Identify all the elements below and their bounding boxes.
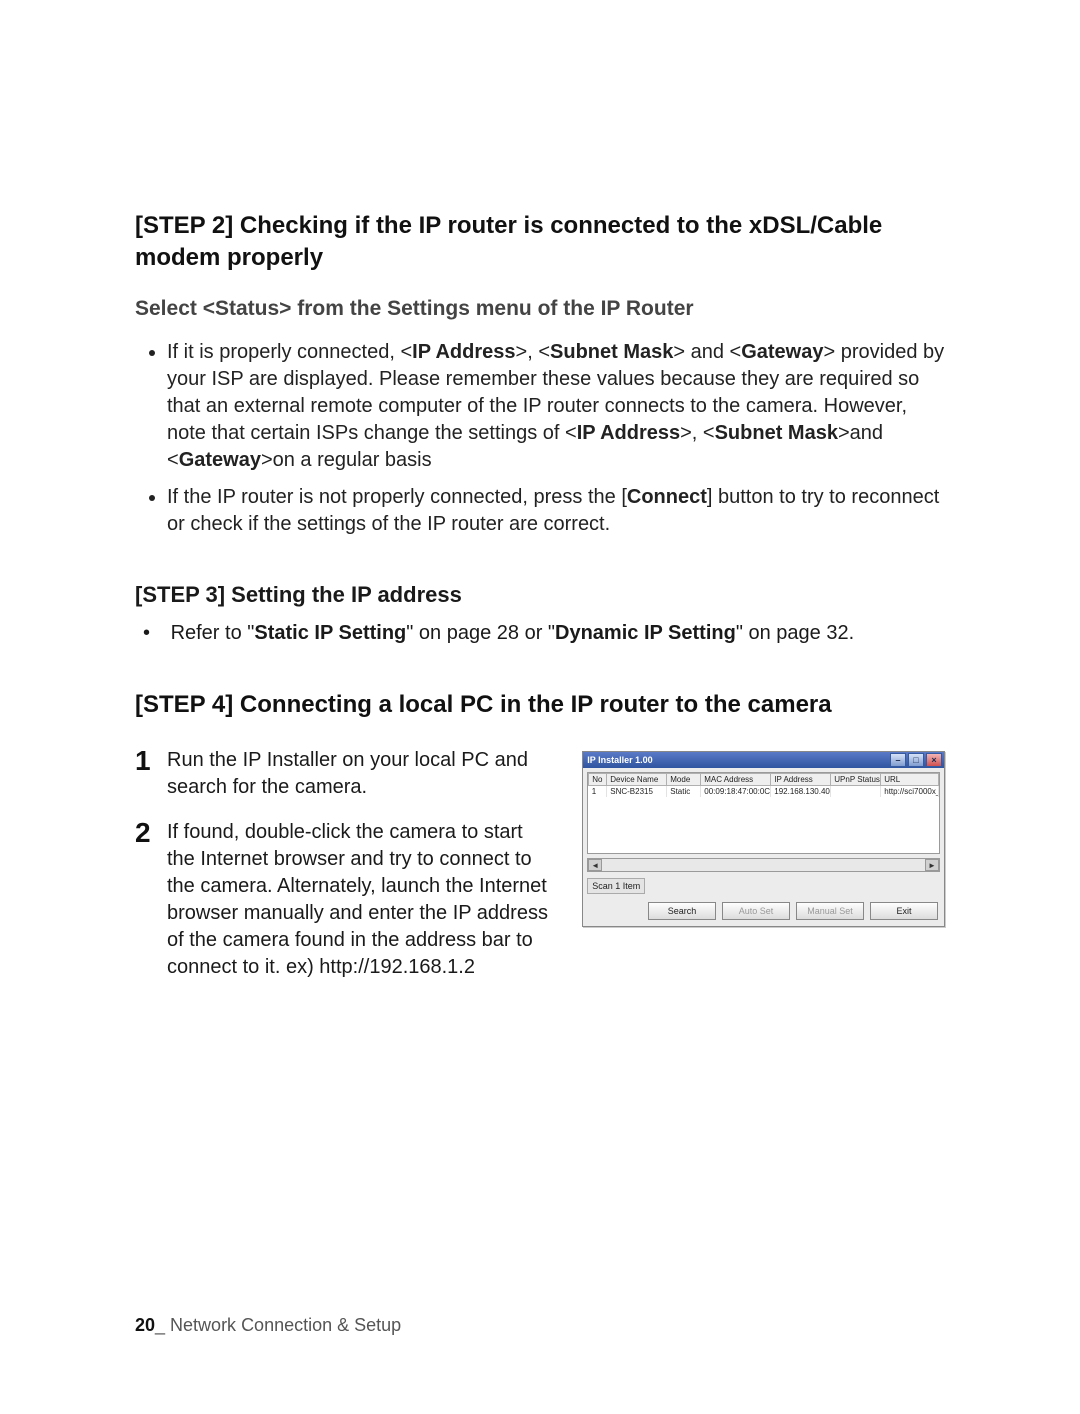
scroll-left-icon[interactable]: ◄ [588,859,602,871]
text: >on a regular basis [261,449,432,471]
cell-mac: 00:09:18:47:00:0C [701,786,771,798]
step2-bullet-2: If the IP router is not properly connect… [167,484,945,538]
link-static-ip-setting: Static IP Setting [254,622,406,644]
cell-upnp [831,786,881,798]
step-number: 1 [135,747,155,801]
col-url[interactable]: URL [881,774,939,786]
col-no[interactable]: No [589,774,607,786]
step4-item-2: 2 If found, double-click the camera to s… [135,819,554,981]
step2-instruction: Select <Status> from the Settings menu o… [135,297,945,321]
term-ip-address: IP Address [412,341,515,363]
step-text: If found, double-click the camera to sta… [167,819,554,981]
text: >, < [516,341,550,363]
autoset-button[interactable]: Auto Set [722,902,790,920]
col-mode[interactable]: Mode [667,774,701,786]
term-gateway: Gateway [741,341,823,363]
text: If it is properly connected, < [167,341,412,363]
step2-bullet-list: If it is properly connected, <IP Address… [137,339,945,538]
link-dynamic-ip-setting: Dynamic IP Setting [555,622,736,644]
step2-heading: [STEP 2] Checking if the IP router is co… [135,210,945,275]
step4-heading: [STEP 4] Connecting a local PC in the IP… [135,689,945,721]
text: " on page 28 or " [406,622,555,644]
cell-url: http://sci7000x_www.samsung.c [881,786,939,798]
col-device-name[interactable]: Device Name [607,774,667,786]
footer-sep: _ [155,1315,170,1335]
close-button[interactable]: × [926,753,942,767]
term-subnet-mask-2: Subnet Mask [715,422,838,444]
exit-button[interactable]: Exit [870,902,938,920]
step3-heading: [STEP 3] Setting the IP address [135,582,945,608]
step4-item-1: 1 Run the IP Installer on your local PC … [135,747,554,801]
step-number: 2 [135,819,155,981]
text: " on page 32. [736,622,854,644]
cell-no: 1 [589,786,607,798]
term-gateway-2: Gateway [179,449,261,471]
text: Refer to " [171,622,255,644]
cell-device-name: SNC-B2315 [607,786,667,798]
minimize-button[interactable]: – [890,753,906,767]
manualset-button[interactable]: Manual Set [796,902,864,920]
step-text: Run the IP Installer on your local PC an… [167,747,554,801]
installer-title: IP Installer 1.00 [587,755,652,765]
installer-titlebar[interactable]: IP Installer 1.00 – □ × [583,752,944,768]
step2-bullet-1: If it is properly connected, <IP Address… [167,339,945,474]
table-row[interactable]: 1 SNC-B2315 Static 00:09:18:47:00:0C 192… [589,786,939,798]
page-number: 20 [135,1315,155,1335]
term-connect: Connect [627,486,707,508]
col-upnp[interactable]: UPnP Status [831,774,881,786]
col-mac[interactable]: MAC Address [701,774,771,786]
table-header-row: No Device Name Mode MAC Address IP Addre… [589,774,939,786]
maximize-button[interactable]: □ [908,753,924,767]
step3-ref: • Refer to "Static IP Setting" on page 2… [135,622,945,645]
col-ip[interactable]: IP Address [771,774,831,786]
device-list[interactable]: No Device Name Mode MAC Address IP Addre… [587,772,940,854]
cell-ip: 192.168.130.40 [771,786,831,798]
term-ip-address-2: IP Address [577,422,680,444]
scroll-right-icon[interactable]: ► [925,859,939,871]
horizontal-scrollbar[interactable]: ◄ ► [587,858,940,872]
cell-mode: Static [667,786,701,798]
text: >, < [680,422,714,444]
scan-status: Scan 1 Item [587,878,645,894]
term-subnet-mask: Subnet Mask [550,341,673,363]
text: > and < [673,341,741,363]
page-footer: 20_ Network Connection & Setup [135,1315,401,1336]
search-button[interactable]: Search [648,902,716,920]
ip-installer-window: IP Installer 1.00 – □ × No Device Name M… [582,751,945,927]
text: If the IP router is not properly connect… [167,486,627,508]
footer-section: Network Connection & Setup [170,1315,401,1335]
